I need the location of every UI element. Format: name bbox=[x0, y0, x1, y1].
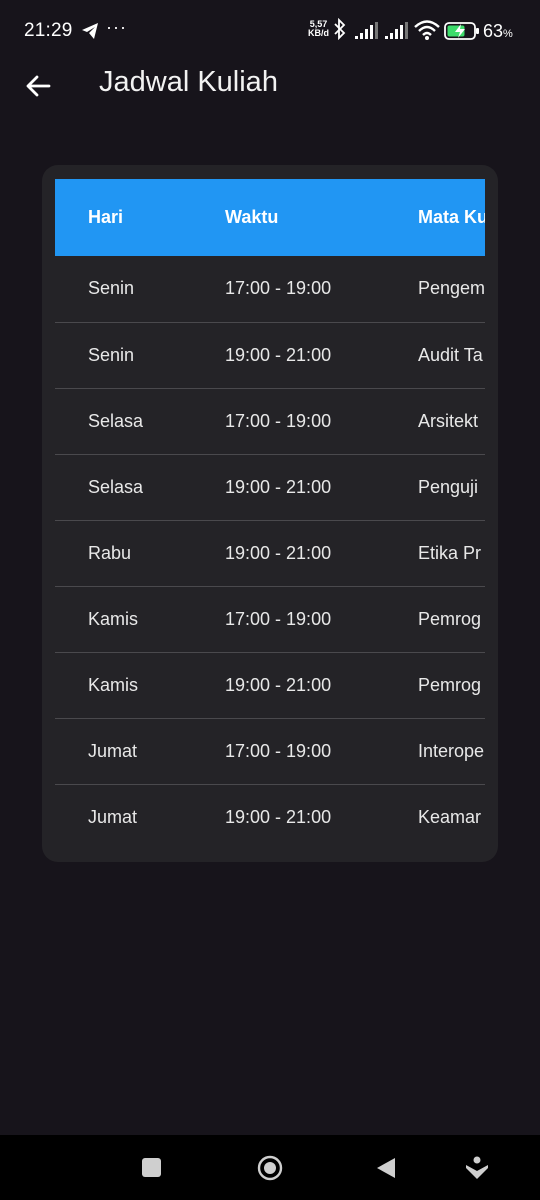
cell-day: Senin bbox=[88, 344, 135, 365]
cell-course: Pengem bbox=[418, 278, 485, 299]
cell-course: Pemrog bbox=[418, 608, 482, 629]
back-icon[interactable] bbox=[375, 1156, 397, 1180]
cell-time: 17:00 - 19:00 bbox=[225, 740, 332, 761]
table-row: Senin 19:00 - 21:00 Audit Ta bbox=[55, 322, 485, 388]
table-row: Selasa 19:00 - 21:00 Penguji bbox=[55, 454, 485, 520]
network-speed-unit: KB/d bbox=[308, 28, 329, 38]
network-speed: 5,57 KB/d bbox=[308, 20, 329, 38]
cell-course: Pemrog bbox=[418, 674, 482, 695]
cell-day: Rabu bbox=[88, 542, 132, 563]
table-row: Selasa 17:00 - 19:00 Arsitekt bbox=[55, 388, 485, 454]
cell-time: 19:00 - 21:00 bbox=[225, 542, 332, 563]
bluetooth-icon bbox=[334, 18, 346, 40]
battery-percentage: 63% bbox=[483, 21, 513, 41]
signal-icon bbox=[355, 22, 378, 39]
cell-day: Kamis bbox=[88, 608, 139, 629]
page-title: Jadwal Kuliah bbox=[99, 66, 278, 98]
column-header-time: Waktu bbox=[225, 207, 279, 227]
table-row: Rabu 19:00 - 21:00 Etika Pr bbox=[55, 520, 485, 586]
column-header-course: Mata Ku bbox=[418, 207, 485, 227]
table-header-row: Hari Waktu Mata Ku bbox=[55, 179, 485, 256]
cell-course: Etika Pr bbox=[418, 542, 482, 563]
cell-time: 17:00 - 19:00 bbox=[225, 410, 332, 431]
cell-day: Jumat bbox=[88, 740, 138, 761]
cell-time: 19:00 - 21:00 bbox=[225, 476, 332, 497]
status-time: 21:29 bbox=[24, 20, 73, 41]
system-nav-bar bbox=[0, 1135, 540, 1200]
status-bar: 21:29 ··· 5,57 KB/d 63% bbox=[0, 0, 540, 62]
accessibility-icon[interactable] bbox=[464, 1155, 490, 1181]
table-row: Kamis 19:00 - 21:00 Pemrog bbox=[55, 652, 485, 718]
table-row: Jumat 19:00 - 21:00 Keamar bbox=[55, 784, 485, 849]
more-notifications-icon: ··· bbox=[106, 17, 127, 37]
app-bar: Jadwal Kuliah bbox=[0, 62, 540, 108]
cell-course: Audit Ta bbox=[418, 344, 483, 365]
cell-time: 19:00 - 21:00 bbox=[225, 806, 332, 827]
battery-charging-icon bbox=[444, 22, 479, 40]
cell-course: Keamar bbox=[418, 806, 482, 827]
cell-time: 19:00 - 21:00 bbox=[225, 674, 332, 695]
wifi-icon bbox=[414, 20, 440, 40]
cell-time: 17:00 - 19:00 bbox=[225, 608, 332, 629]
schedule-table: Hari Waktu Mata Ku Senin 17:00 - 19:00 P… bbox=[55, 179, 485, 849]
cell-course: Penguji bbox=[418, 476, 479, 497]
cell-course: Arsitekt bbox=[418, 410, 479, 431]
cell-time: 17:00 - 19:00 bbox=[225, 278, 332, 299]
table-row: Jumat 17:00 - 19:00 Interope bbox=[55, 718, 485, 784]
schedule-table-scroll[interactable]: Hari Waktu Mata Ku Senin 17:00 - 19:00 P… bbox=[55, 179, 485, 849]
table-row: Senin 17:00 - 19:00 Pengem bbox=[55, 256, 485, 322]
cell-day: Selasa bbox=[88, 410, 144, 431]
cell-day: Selasa bbox=[88, 476, 144, 497]
cell-day: Senin bbox=[88, 278, 135, 299]
back-arrow-icon[interactable] bbox=[24, 72, 52, 100]
telegram-icon bbox=[82, 23, 98, 39]
signal-icon bbox=[385, 22, 408, 39]
home-icon[interactable] bbox=[257, 1155, 283, 1181]
recents-icon[interactable] bbox=[142, 1158, 161, 1177]
table-row: Kamis 17:00 - 19:00 Pemrog bbox=[55, 586, 485, 652]
cell-course: Interope bbox=[418, 740, 485, 761]
cell-day: Kamis bbox=[88, 674, 139, 695]
column-header-day: Hari bbox=[88, 207, 124, 227]
cell-day: Jumat bbox=[88, 806, 138, 827]
cell-time: 19:00 - 21:00 bbox=[225, 344, 332, 365]
schedule-card: Hari Waktu Mata Ku Senin 17:00 - 19:00 P… bbox=[42, 165, 498, 862]
